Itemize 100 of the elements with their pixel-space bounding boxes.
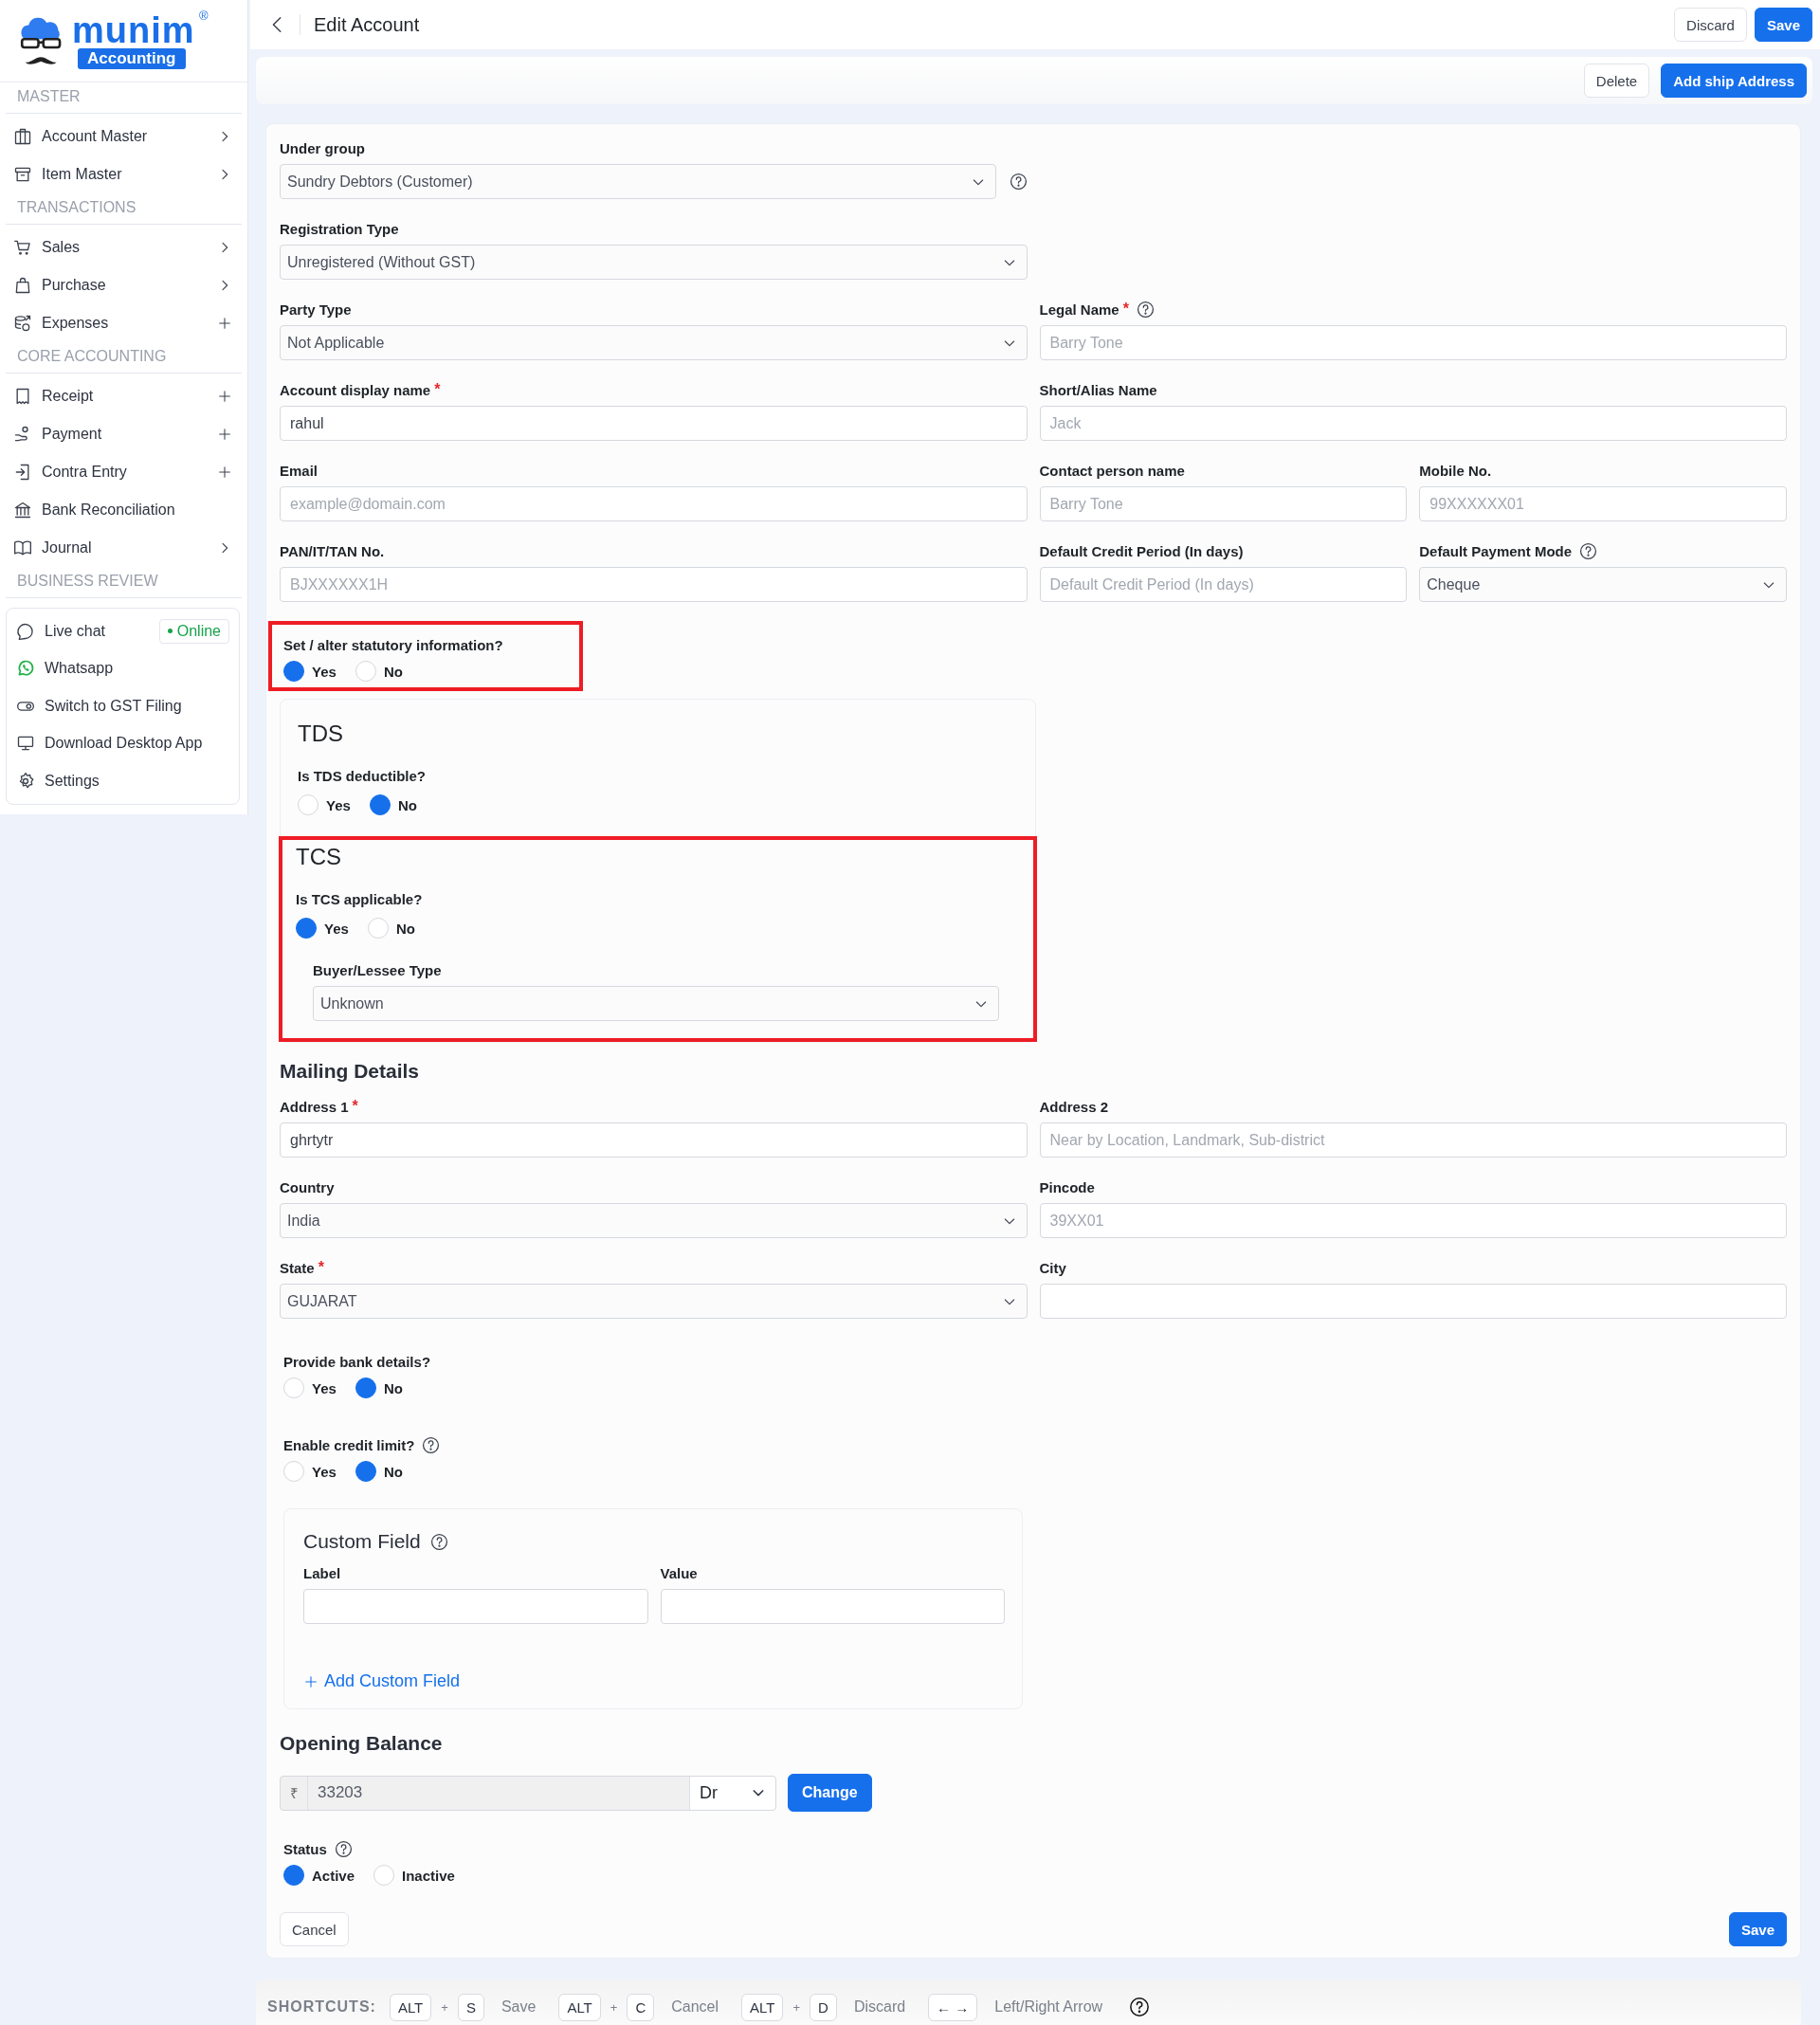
sidebar-item[interactable]: Payment <box>0 415 247 453</box>
panel-item[interactable]: Settings <box>7 762 239 800</box>
amount-value: 33203 <box>317 1782 364 1803</box>
primary-button[interactable]: Save <box>1754 8 1812 42</box>
sidebar-item[interactable]: Expenses <box>0 304 247 342</box>
sidebar-item[interactable]: Bank Reconciliation <box>0 491 247 529</box>
dropdown[interactable]: India <box>280 1203 1028 1238</box>
bank-icon <box>13 501 32 520</box>
shortcut-action: Save <box>500 1998 537 2016</box>
field-label: Contact person name <box>1039 462 1185 479</box>
sidebar-item[interactable]: Item Master <box>0 155 247 193</box>
radio-option[interactable]: Yes <box>283 661 337 682</box>
radio-option[interactable]: Active <box>283 1865 355 1886</box>
field-label: Buyer/Lessee Type <box>313 961 442 978</box>
dropdown[interactable]: Sundry Debtors (Customer) <box>280 164 996 199</box>
menu-label: Purchase <box>42 277 107 294</box>
radio-option[interactable]: No <box>369 794 417 815</box>
input-field[interactable] <box>1039 1284 1787 1319</box>
chat-bubble-icon <box>16 621 35 641</box>
field-label: State <box>280 1259 315 1276</box>
required-mark: * <box>318 1259 324 1276</box>
panel-item[interactable]: Whatsapp <box>7 649 239 687</box>
menu-label: Whatsapp <box>45 660 115 678</box>
dropdown[interactable]: GUJARAT <box>280 1284 1028 1319</box>
radio-option[interactable]: Inactive <box>373 1865 455 1886</box>
menu-label: Contra Entry <box>42 464 128 481</box>
secondary-button[interactable]: Delete <box>1583 64 1650 98</box>
cart-icon <box>13 238 32 257</box>
secondary-button[interactable]: Cancel <box>280 1912 349 1946</box>
required-mark: * <box>352 1098 358 1115</box>
field-label: Default Payment Mode <box>1419 542 1573 559</box>
whatsapp-icon <box>16 659 35 679</box>
radio-option[interactable]: Yes <box>283 1461 337 1482</box>
primary-button[interactable]: Add ship Address <box>1661 64 1807 98</box>
dropdown[interactable]: Not Applicable <box>280 325 1028 360</box>
field-label: Is TCS applicable? <box>296 890 423 907</box>
change-button[interactable]: Change <box>788 1774 872 1812</box>
plus-sign: + <box>441 1999 448 2015</box>
radio-option[interactable]: No <box>355 661 403 682</box>
panel-item[interactable]: Live chat Online <box>7 612 239 650</box>
key-cap: ALT <box>558 1993 601 2021</box>
field-label: Enable credit limit? <box>283 1436 415 1453</box>
section-heading: TRANSACTIONS <box>6 199 242 225</box>
input-field[interactable]: Jack <box>1039 406 1787 441</box>
page-title: Edit Account <box>313 13 421 36</box>
required-mark: * <box>1122 301 1129 318</box>
section-heading: CORE ACCOUNTING <box>6 348 242 374</box>
input-field[interactable]: ghrtytr <box>280 1122 1028 1158</box>
field-label: Label <box>303 1564 341 1581</box>
key-cap: ALT <box>741 1993 784 2021</box>
amount-field[interactable]: ₹ 33203 Dr <box>280 1775 776 1811</box>
input-field[interactable]: rahul <box>280 406 1028 441</box>
field-label: Registration Type <box>280 220 399 237</box>
section-heading: Opening Balance <box>280 1732 444 1755</box>
radio-option[interactable]: Yes <box>298 794 351 815</box>
input-field[interactable]: BJXXXXXX1H <box>280 567 1028 602</box>
menu-label: Sales <box>42 239 82 256</box>
input-field[interactable]: example@domain.com <box>280 486 1028 521</box>
field-label: Short/Alias Name <box>1039 381 1157 398</box>
input-field[interactable]: 99XXXXXX01 <box>1419 486 1787 521</box>
sidebar-item[interactable]: Journal <box>0 529 247 567</box>
radio-option[interactable]: No <box>367 918 415 939</box>
key-cap: ← → <box>928 1993 978 2021</box>
input-field[interactable]: Default Credit Period (In days) <box>1039 567 1408 602</box>
key-cap: C <box>627 1993 655 2021</box>
plus-sign: + <box>610 1999 618 2015</box>
panel-item[interactable]: Switch to GST Filing <box>7 687 239 725</box>
secondary-button[interactable]: Discard <box>1674 8 1747 42</box>
input-field[interactable]: Barry Tone <box>1039 325 1787 360</box>
field-label: Email <box>280 462 318 479</box>
sidebar-item[interactable]: Sales <box>0 228 247 266</box>
input-field[interactable]: Barry Tone <box>1039 486 1408 521</box>
input-field[interactable]: Near by Location, Landmark, Sub-district <box>1039 1122 1787 1158</box>
sidebar-item[interactable]: Receipt <box>0 377 247 415</box>
input-field[interactable]: 39XX01 <box>1039 1203 1787 1238</box>
plus-sign: + <box>792 1999 801 2015</box>
radio-option[interactable]: Yes <box>296 918 349 939</box>
radio-option[interactable]: No <box>355 1461 403 1482</box>
menu-label: Item Master <box>42 166 123 183</box>
dropdown[interactable]: Cheque <box>1419 567 1787 602</box>
radio-option[interactable]: Yes <box>283 1377 337 1398</box>
dropdown[interactable]: Unregistered (Without GST) <box>280 245 1028 280</box>
section-heading: Mailing Details <box>280 1060 421 1083</box>
input-field[interactable] <box>660 1589 1005 1624</box>
key-cap: ALT <box>389 1993 432 2021</box>
sidebar-item[interactable]: Contra Entry <box>0 453 247 491</box>
sidebar-item[interactable]: Account Master <box>0 118 247 155</box>
field-label: Country <box>280 1178 335 1195</box>
trademark-mark: ® <box>198 9 209 23</box>
menu-label: Payment <box>42 426 103 443</box>
panel-item[interactable]: Download Desktop App <box>7 724 239 762</box>
sidebar-item[interactable]: Purchase <box>0 266 247 304</box>
add-link[interactable]: Add Custom Field <box>303 1671 461 1691</box>
dropdown[interactable]: Unknown <box>313 986 999 1021</box>
radio-option[interactable]: No <box>355 1377 403 1398</box>
balance-type-dropdown[interactable]: Dr <box>689 1776 775 1810</box>
shortcut-action: Left/Right Arrow <box>994 1998 1103 2016</box>
primary-button[interactable]: Save <box>1728 1912 1787 1946</box>
field-label: Provide bank details? <box>283 1353 431 1370</box>
input-field[interactable] <box>303 1589 648 1624</box>
